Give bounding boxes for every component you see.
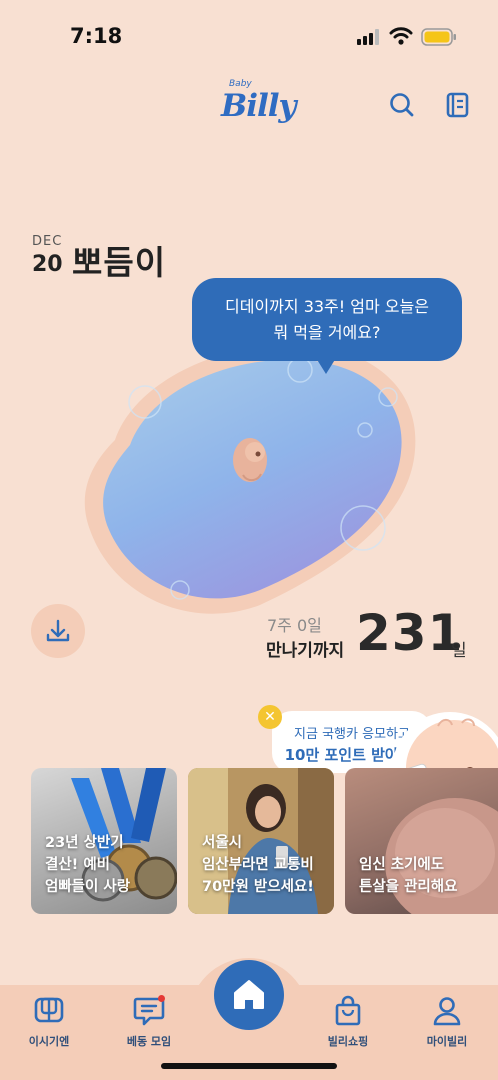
signal-icon [357, 29, 381, 45]
user-icon [433, 997, 461, 1026]
due-date-day: 20 [32, 252, 63, 277]
home-icon [234, 980, 264, 1009]
search-icon[interactable] [387, 90, 417, 120]
app-header: Baby Billy [0, 70, 498, 140]
article-card[interactable]: 임신 초기에도 튼살을 관리해요 [345, 768, 498, 914]
speech-bubble[interactable]: 디데이까지 33주! 엄마 오늘은 뭐 먹을 거에요? [192, 278, 462, 361]
baby-name: 뽀듬이 [72, 243, 167, 282]
tab-this-period[interactable]: 이시기엔 [4, 995, 94, 1055]
speech-line-1: 디데이까지 33주! 엄마 오늘은 [225, 297, 429, 316]
tab-community[interactable]: 베동 모임 [104, 995, 194, 1055]
notification-dot [158, 995, 165, 1002]
due-date-month: DEC [32, 234, 63, 249]
weeks-label: 7주 0일 [267, 616, 322, 635]
card-title: 서울시 임산부라면 교통비 70만원 받으세요! [202, 835, 314, 895]
shopping-bag-icon [335, 995, 361, 1026]
book-open-icon [34, 997, 64, 1023]
logo-billy-text: Billy [221, 88, 297, 124]
tab-shopping[interactable]: 빌리쇼핑 [303, 995, 393, 1055]
card-title: 임신 초기에도 튼살을 관리해요 [359, 857, 458, 895]
tab-my-billy[interactable]: 마이빌리 [402, 995, 492, 1055]
home-button[interactable] [214, 960, 284, 1030]
book-icon[interactable] [443, 90, 473, 120]
dday-number: 231 [356, 604, 464, 662]
download-icon [46, 619, 70, 642]
tab-label: 이시기엔 [28, 1035, 70, 1048]
article-card[interactable]: 23년 상반기 결산! 예비 엄빠들이 사랑 [31, 768, 177, 914]
womb-illustration [84, 344, 416, 614]
embryo-icon [233, 438, 267, 482]
card-title: 23년 상반기 결산! 예비 엄빠들이 사랑 [45, 835, 131, 895]
status-bar: 7:18 [0, 0, 498, 70]
until-label: 만나기까지 [266, 641, 345, 661]
article-card[interactable]: 서울시 임산부라면 교통비 70만원 받으세요! [188, 768, 334, 914]
wifi-icon [389, 27, 413, 45]
close-icon[interactable]: ✕ [258, 705, 282, 729]
home-indicator [161, 1063, 337, 1069]
dday-unit: 일 [451, 641, 467, 661]
speech-line-2: 뭐 먹을 거에요? [273, 323, 381, 342]
billy-logo: Baby Billy [221, 78, 297, 132]
status-time: 7:18 [70, 24, 123, 48]
tab-label: 마이빌리 [426, 1035, 468, 1048]
tab-label: 베동 모임 [126, 1035, 172, 1048]
tab-label: 빌리쇼핑 [327, 1035, 369, 1048]
download-button[interactable] [31, 604, 85, 658]
due-date: DEC 20 [32, 234, 63, 277]
battery-icon [421, 28, 456, 46]
speech-bubble-tail [316, 358, 336, 374]
